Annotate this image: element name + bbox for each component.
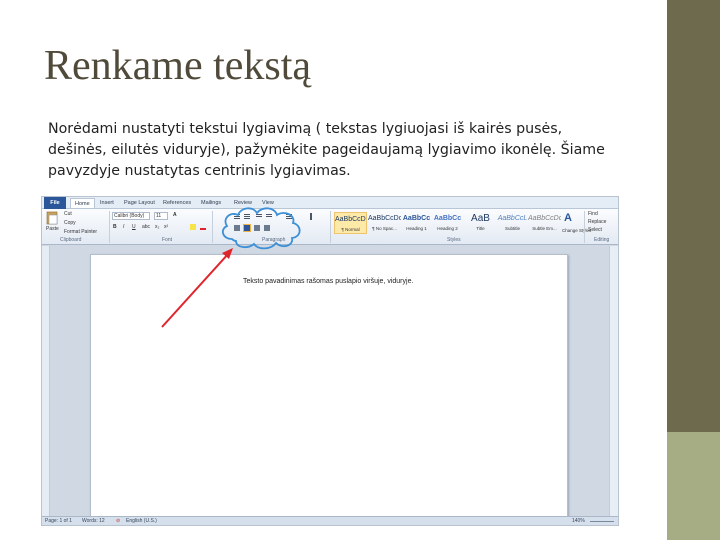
style-normal[interactable]: AaBbCcDc ¶ Normal (334, 212, 367, 234)
style-name: Subtitle (504, 226, 520, 231)
style-heading-1[interactable]: AaBbCc Heading 1 (400, 212, 433, 234)
word-screenshot: File Home Insert Page Layout References … (41, 196, 619, 526)
side-decoration-accent (667, 432, 720, 540)
replace-button[interactable]: Replace (588, 219, 606, 225)
tab-page-layout[interactable]: Page Layout (124, 198, 155, 208)
underline-button[interactable]: U (132, 224, 136, 230)
style-name: ¶ No Spac... (372, 226, 397, 231)
vertical-ruler (42, 246, 50, 516)
status-zoom[interactable]: 140% (572, 518, 585, 524)
select-button[interactable]: Select (588, 227, 602, 233)
styles-group-label: Styles (447, 237, 461, 243)
status-page[interactable]: Page: 1 of 1 (45, 518, 72, 524)
ribbon-separator (584, 211, 585, 243)
highlight-icon[interactable] (190, 224, 196, 230)
superscript-button[interactable]: x² (164, 224, 168, 230)
style-name: Title (476, 226, 485, 231)
style-sample: AaBbCcDc (335, 216, 366, 223)
style-name: Heading 1 (406, 226, 427, 231)
status-words[interactable]: Words: 12 (82, 518, 105, 524)
clipboard-group-label: Clipboard (60, 237, 82, 243)
cut-button[interactable]: Cut (64, 211, 72, 217)
style-no-spacing[interactable]: AaBbCcDc ¶ No Spac... (368, 212, 401, 234)
style-heading-2[interactable]: AaBbCc Heading 2 (431, 212, 464, 234)
style-subtle-emphasis[interactable]: AaBbCcDc Subtle Em... (528, 212, 561, 234)
status-bar: Page: 1 of 1 Words: 12 ⊘ English (U.S.) … (42, 516, 618, 525)
format-painter-button[interactable]: Format Painter (64, 229, 97, 235)
change-styles-button[interactable]: Change Styles (562, 228, 591, 233)
copy-button[interactable]: Copy (64, 220, 76, 226)
style-name: ¶ Normal (341, 227, 360, 232)
zoom-slider[interactable] (590, 521, 614, 522)
grow-font-button[interactable]: A (173, 212, 177, 218)
style-sample: AaBbCcL (497, 215, 528, 222)
ribbon-separator (212, 211, 213, 243)
tab-home[interactable]: Home (70, 198, 95, 208)
tab-file[interactable]: File (44, 197, 66, 209)
tab-references[interactable]: References (163, 198, 191, 208)
font-size-dropdown[interactable]: 11 (154, 212, 168, 220)
tab-insert[interactable]: Insert (100, 198, 114, 208)
ribbon: Paste Cut Copy Format Painter Clipboard … (42, 207, 618, 250)
strikethrough-button[interactable]: abc (142, 224, 150, 230)
find-button[interactable]: Find (588, 211, 598, 217)
paste-button[interactable]: Paste (45, 211, 59, 235)
style-sample: AaB (471, 213, 490, 224)
style-sample: AaBbCc (402, 215, 431, 222)
document-page[interactable]: Teksto pavadinimas rašomas puslapio virš… (90, 254, 568, 524)
editing-group-label: Editing (594, 237, 610, 243)
ribbon-tab-bar: File Home Insert Page Layout References … (42, 197, 618, 209)
italic-button[interactable]: I (123, 224, 124, 230)
vertical-scrollbar[interactable] (609, 246, 618, 516)
document-text: Teksto pavadinimas rašomas puslapio virš… (243, 278, 414, 285)
style-name: Subtle Em... (532, 226, 557, 231)
style-sample: AaBbCcDc (528, 215, 561, 222)
bold-button[interactable]: B (113, 224, 117, 230)
change-styles-icon[interactable]: A (564, 212, 572, 224)
style-sample: AaBbCc (433, 215, 462, 222)
status-language[interactable]: English (U.S.) (126, 518, 157, 524)
highlight-cloud-annotation (221, 207, 301, 250)
ribbon-separator (330, 211, 331, 243)
font-color-icon[interactable] (200, 224, 206, 230)
proofing-icon[interactable]: ⊘ (116, 518, 120, 524)
slide-title: Renkame tekstą (44, 43, 312, 89)
style-title[interactable]: AaB Title (464, 212, 497, 234)
ribbon-separator (109, 211, 110, 243)
paste-icon (46, 211, 58, 225)
style-sample: AaBbCcDc (368, 215, 401, 222)
slide-body-text: Norėdami nustatyti tekstui lygiavimą ( t… (48, 121, 605, 179)
font-name-dropdown[interactable]: Calibri (Body) (112, 212, 150, 220)
paste-label: Paste (46, 226, 59, 232)
style-name: Heading 2 (437, 226, 458, 231)
style-subtitle[interactable]: AaBbCcL Subtitle (496, 212, 529, 234)
subscript-button[interactable]: x₂ (155, 224, 159, 230)
font-group-label: Font (162, 237, 173, 243)
